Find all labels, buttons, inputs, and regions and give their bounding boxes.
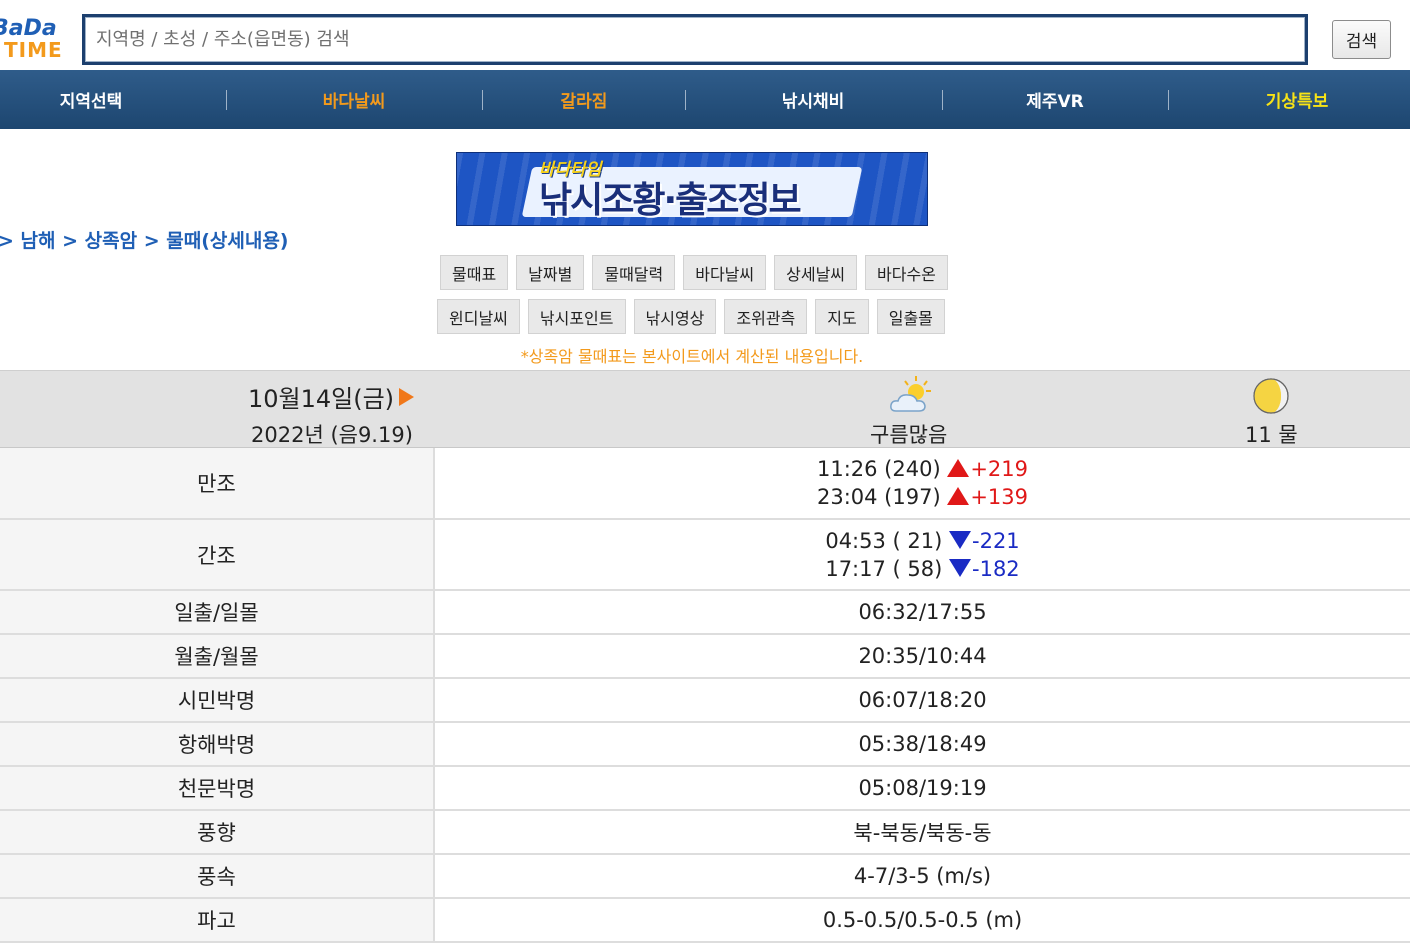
row-label-high-tide: 만조: [0, 448, 435, 520]
low-tide-diff: -221: [972, 528, 1020, 553]
lunar-date: 2022년 (음9.19): [251, 423, 413, 447]
low-tide-entry: 04:53 ( 21) -221: [435, 527, 1410, 555]
row-label-astronomical-twilight: 천문박명: [0, 766, 435, 811]
nav-divider: [1168, 90, 1169, 110]
tab-fishing-video[interactable]: 낚시영상: [633, 299, 717, 334]
nav-label: 기상특보: [1265, 92, 1329, 112]
tab-by-date[interactable]: 날짜별: [516, 255, 585, 290]
high-tide-diff: +139: [970, 485, 1029, 509]
tide-number: 11 물: [1245, 423, 1298, 447]
search-input[interactable]: [85, 17, 1305, 62]
tide-detail-table: 만조 11:26 (240) +219 23:04 (197) +139 간조 …: [0, 448, 1410, 943]
row-label-civil-twilight: 시민박명: [0, 678, 435, 723]
logo-text-time: TIME: [4, 38, 63, 62]
high-tide-time: 11:26 (240): [816, 457, 941, 481]
sunrise-sunset-value: 06:32/17:55: [434, 590, 1410, 635]
rise-arrow-icon: [947, 459, 970, 477]
nav-divider: [685, 90, 686, 110]
wind-speed-value: 4-7/3-5 (m/s): [434, 854, 1410, 899]
row-label-wave-height: 파고: [0, 898, 435, 943]
table-row: 시민박명 06:07/18:20: [0, 678, 1410, 723]
table-row: 간조 04:53 ( 21) -221 17:17 ( 58) -182: [0, 519, 1410, 591]
nav-item-weather-alert[interactable]: 기상특보: [1236, 70, 1358, 129]
high-tide-values: 11:26 (240) +219 23:04 (197) +139: [434, 448, 1410, 520]
high-tide-diff: +219: [970, 457, 1029, 481]
rise-arrow-icon: [947, 487, 970, 505]
astronomical-twilight-value: 05:08/19:19: [434, 766, 1410, 811]
tab-tide-calendar[interactable]: 물때달력: [592, 255, 676, 290]
nav-label: 갈라짐: [560, 92, 608, 112]
tab-tide-table[interactable]: 물때표: [440, 255, 509, 290]
breadcrumb[interactable]: > 남해 > 상족암 > 물때(상세내용): [0, 226, 288, 253]
tab-fishing-point[interactable]: 낚시포인트: [527, 299, 626, 334]
site-logo[interactable]: BaDa TIME: [0, 16, 68, 64]
row-label-wind-direction: 풍향: [0, 810, 435, 855]
cloud-sun-icon: [890, 376, 931, 412]
tab-detail-weather[interactable]: 상세날씨: [774, 255, 858, 290]
civil-twilight-value: 06:07/18:20: [434, 678, 1410, 723]
date-nav[interactable]: 10월14일(금): [248, 379, 415, 414]
moonrise-moonset-value: 20:35/10:44: [434, 634, 1410, 679]
nav-label: 제주VR: [1026, 92, 1084, 112]
low-tide-values: 04:53 ( 21) -221 17:17 ( 58) -182: [434, 519, 1410, 591]
moon-phase-icon: [1253, 378, 1289, 414]
nautical-twilight-value: 05:38/18:49: [434, 722, 1410, 767]
nav-divider: [942, 90, 943, 110]
nav-divider: [226, 90, 227, 110]
banner-title: 낚시조황·출조정보: [539, 180, 802, 221]
calculation-notice: *상족암 물때표는 본사이트에서 계산된 내용입니다.: [520, 347, 864, 366]
table-row: 천문박명 05:08/19:19: [0, 766, 1410, 811]
wave-height-value: 0.5-0.5/0.5-0.5 (m): [434, 898, 1410, 943]
nav-item-sea-weather[interactable]: 바다날씨: [293, 70, 415, 129]
search-box: [82, 14, 1308, 65]
tab-sea-temperature[interactable]: 바다수온: [865, 255, 948, 290]
table-row: 항해박명 05:38/18:49: [0, 722, 1410, 767]
nav-label: 낚시채비: [781, 92, 845, 112]
row-label-moonrise-moonset: 월출/월몰: [0, 634, 435, 679]
top-header: BaDa TIME 검색: [0, 0, 1410, 70]
low-tide-diff: -182: [972, 556, 1020, 581]
high-tide-entry: 23:04 (197) +139: [435, 483, 1410, 511]
nav-divider: [482, 90, 483, 110]
fishing-info-banner[interactable]: 바다타임 낚시조황·출조정보: [456, 152, 928, 226]
row-label-nautical-twilight: 항해박명: [0, 722, 435, 767]
day-summary: 10월14일(금) 2022년 (음9.19) 구름많음 11 물: [0, 370, 1410, 448]
nav-label: 바다날씨: [322, 92, 386, 112]
high-tide-time: 23:04 (197): [816, 485, 941, 509]
row-label-low-tide: 간조: [0, 519, 435, 591]
nav-item-fishing-gear[interactable]: 낚시채비: [752, 70, 874, 129]
table-row: 만조 11:26 (240) +219 23:04 (197) +139: [0, 448, 1410, 520]
main-nav: 지역선택 바다날씨 갈라짐 낚시채비 제주VR 기상특보: [0, 70, 1410, 129]
search-button[interactable]: 검색: [1332, 20, 1391, 59]
table-row: 일출/일몰 06:32/17:55: [0, 590, 1410, 635]
next-day-arrow-icon[interactable]: [399, 387, 415, 406]
fall-arrow-icon: [949, 558, 971, 577]
tab-tide-observation[interactable]: 조위관측: [724, 299, 808, 334]
row-label-wind-speed: 풍속: [0, 854, 435, 899]
row-label-sunrise-sunset: 일출/일몰: [0, 590, 435, 635]
tab-windy-weather[interactable]: 윈디날씨: [437, 299, 520, 334]
low-tide-entry: 17:17 ( 58) -182: [435, 555, 1410, 583]
nav-item-region[interactable]: 지역선택: [30, 70, 152, 129]
nav-item-jeju-vr[interactable]: 제주VR: [994, 70, 1116, 129]
tab-sea-weather[interactable]: 바다날씨: [683, 255, 767, 290]
table-row: 풍향 북-북동/북동-동: [0, 810, 1410, 855]
high-tide-entry: 11:26 (240) +219: [435, 455, 1410, 483]
tab-row-1: 물때표 날짜별 물때달력 바다날씨 상세날씨 바다수온: [440, 255, 948, 290]
table-row: 파고 0.5-0.5/0.5-0.5 (m): [0, 898, 1410, 943]
wind-direction-value: 북-북동/북동-동: [434, 810, 1410, 855]
low-tide-time: 17:17 ( 58): [825, 556, 943, 581]
fall-arrow-icon: [949, 530, 971, 549]
weather-status: 구름많음: [870, 423, 948, 447]
solar-date: 10월14일(금): [248, 385, 395, 413]
tab-row-2: 윈디날씨 낚시포인트 낚시영상 조위관측 지도 일출몰: [437, 299, 945, 334]
nav-label: 지역선택: [59, 92, 123, 112]
tab-map[interactable]: 지도: [815, 299, 869, 334]
nav-item-split[interactable]: 갈라짐: [523, 70, 645, 129]
table-row: 월출/월몰 20:35/10:44: [0, 634, 1410, 679]
tab-sunrise-sunset[interactable]: 일출몰: [876, 299, 945, 334]
low-tide-time: 04:53 ( 21): [825, 528, 943, 553]
table-row: 풍속 4-7/3-5 (m/s): [0, 854, 1410, 899]
